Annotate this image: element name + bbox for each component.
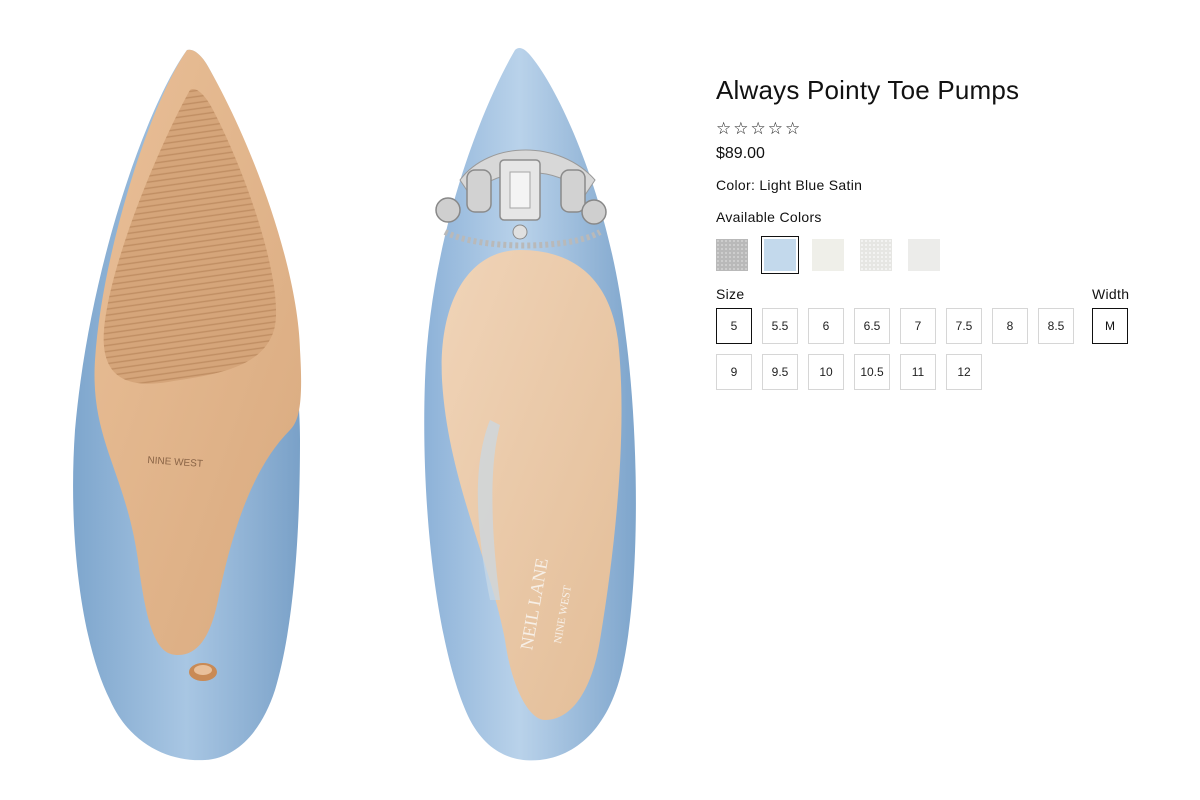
shoe-sole-view: NINE WEST (73, 49, 302, 761)
available-colors-label: Available Colors (716, 209, 822, 225)
color-swatch-silver-glitter[interactable] (716, 239, 748, 271)
product-info-panel: Always Pointy Toe Pumps ☆☆☆☆☆ $89.00 Col… (716, 72, 1156, 390)
size-option-8-5[interactable]: 8.5 (1038, 308, 1074, 344)
size-option-11[interactable]: 11 (900, 354, 936, 390)
size-option-9-5[interactable]: 9.5 (762, 354, 798, 390)
size-option-9[interactable]: 9 (716, 354, 752, 390)
width-label: Width (1092, 286, 1130, 302)
size-option-6[interactable]: 6 (808, 308, 844, 344)
size-option-12[interactable]: 12 (946, 354, 982, 390)
size-option-8[interactable]: 8 (992, 308, 1028, 344)
size-option-7[interactable]: 7 (900, 308, 936, 344)
product-price: $89.00 (716, 145, 765, 162)
size-width-header: Size Width (716, 286, 1156, 304)
size-option-10[interactable]: 10 (808, 354, 844, 390)
size-option-7-5[interactable]: 7.5 (946, 308, 982, 344)
product-image-gallery: NINE WEST NEIL LANE NINE WEST (0, 0, 700, 800)
size-option-6-5[interactable]: 6.5 (854, 308, 890, 344)
color-swatch-white-glitter[interactable] (860, 239, 892, 271)
width-option-m[interactable]: M (1092, 308, 1128, 344)
color-swatches (716, 236, 1156, 274)
size-option-5-5[interactable]: 5.5 (762, 308, 798, 344)
color-swatch-pearl[interactable] (908, 239, 940, 271)
shoe-top-view: NEIL LANE NINE WEST (424, 47, 636, 761)
size-label: Size (716, 286, 745, 302)
size-option-5[interactable]: 5 (716, 308, 752, 344)
rating-stars-icon[interactable]: ☆☆☆☆☆ (716, 120, 1156, 138)
product-title: Always Pointy Toe Pumps (716, 75, 1020, 105)
color-swatch-light-blue-satin[interactable] (761, 236, 799, 274)
color-swatch-ivory[interactable] (812, 239, 844, 271)
size-option-10-5[interactable]: 10.5 (854, 354, 890, 390)
product-image: NINE WEST NEIL LANE NINE WEST (73, 47, 636, 761)
selected-color-label: Color: Light Blue Satin (716, 177, 863, 193)
